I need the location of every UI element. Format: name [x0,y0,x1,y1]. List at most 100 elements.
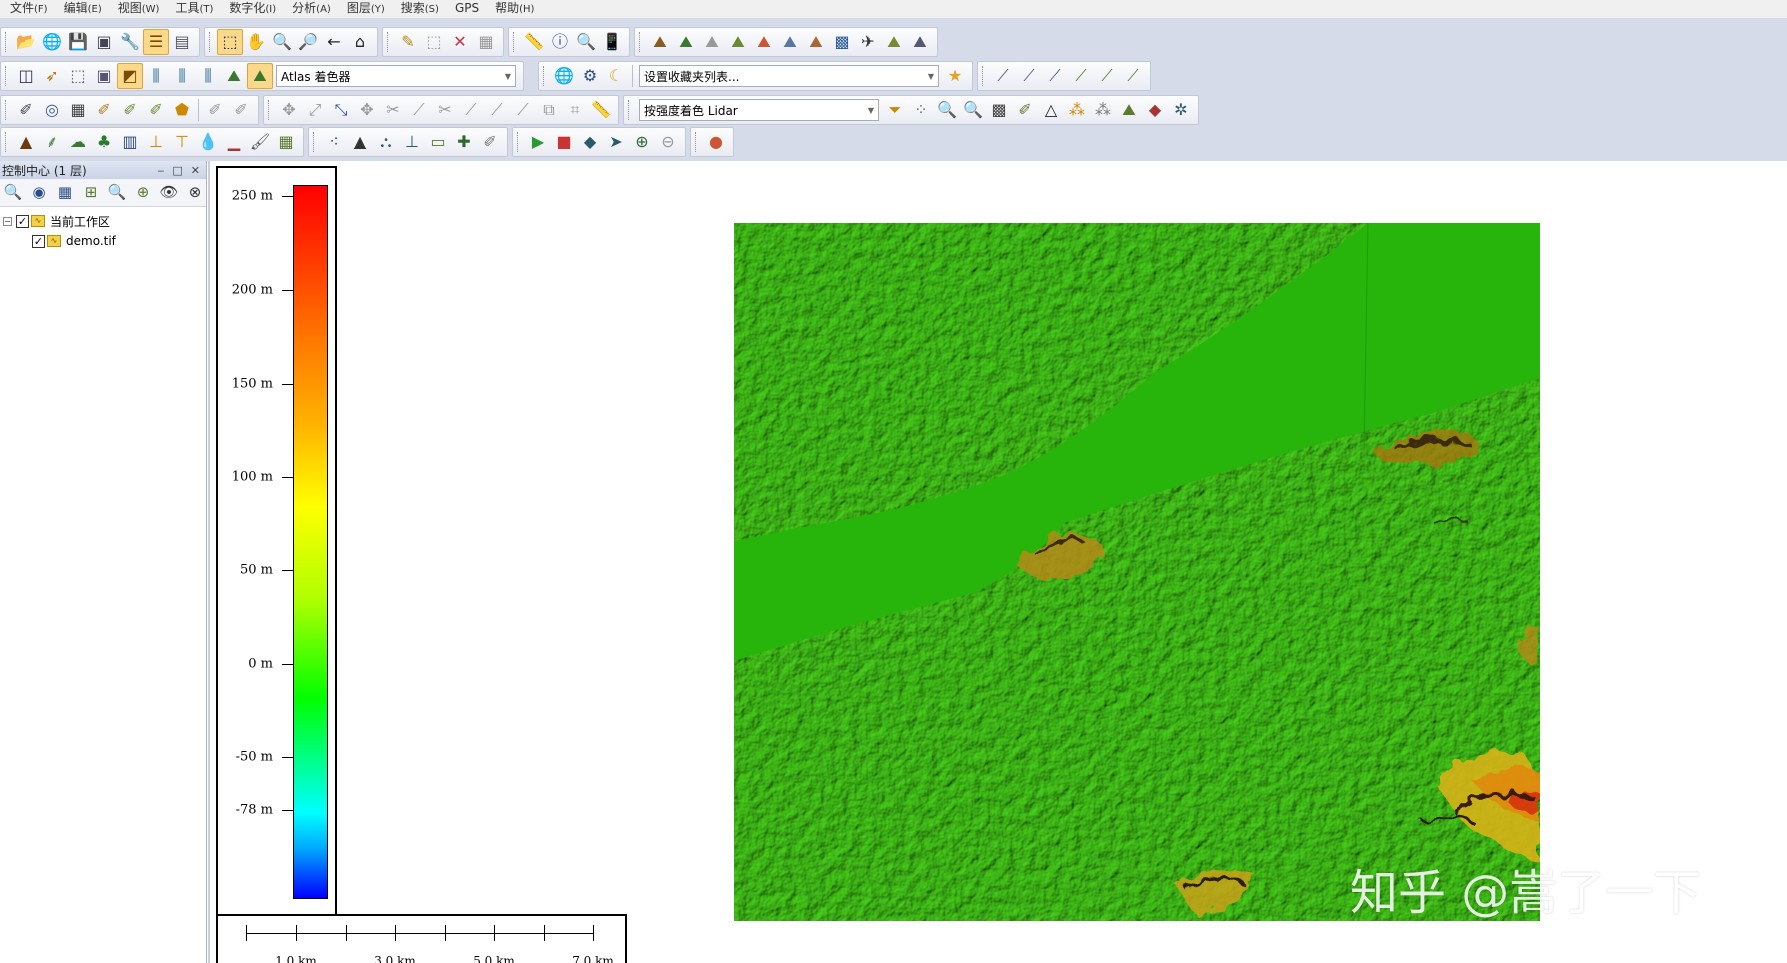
terrain-grid-icon[interactable]: ⛰ [699,29,725,55]
cut-icon[interactable]: ✂ [432,97,458,123]
atlas-shader-icon[interactable]: ⛰ [247,63,273,89]
lidar-search-icon[interactable]: 🔍 [934,97,960,123]
grid-select-icon[interactable]: ▦ [273,129,299,155]
moon-icon[interactable]: ☾ [603,63,629,89]
water-drop-icon[interactable]: 💧 [195,129,221,155]
light-direction-icon[interactable]: ➶ [39,63,65,89]
intersect-icon[interactable]: ⟋ [510,97,536,123]
powerline-icon[interactable]: ⊤ [169,129,195,155]
zoom-layer-icon[interactable]: 🔍 [2,181,24,205]
color-wheel-icon[interactable]: ● [703,129,729,155]
slope-icon[interactable]: ◩ [117,63,143,89]
attribute-table-icon[interactable]: ▦ [54,181,76,205]
terrain-edit-icon[interactable]: ⛰ [881,29,907,55]
lidar-cluster-icon[interactable]: ⁂ [1090,97,1116,123]
menu-search[interactable]: 搜索(S) [401,0,439,19]
lidar-points-icon[interactable]: ⁂ [1064,97,1090,123]
menu-gps[interactable]: GPS [455,0,479,19]
layer-checkbox[interactable]: ✓ [32,234,45,248]
terrain-extra-icon[interactable]: ⛰ [907,29,933,55]
close-icon[interactable]: ✕ [191,164,200,177]
split-view-icon[interactable]: ◫ [13,63,39,89]
settings-gear-icon[interactable]: ⚙ [577,63,603,89]
save-icon[interactable]: 💾 [65,29,91,55]
layer-stack-icon[interactable]: ◆ [1142,97,1168,123]
elevation-icon[interactable]: ⫼ [143,63,169,89]
globe-layer-icon[interactable]: ◉ [28,181,50,205]
terrain-water-icon[interactable]: ⫼ [195,63,221,89]
terrain-profile-icon[interactable]: ⛰ [647,29,673,55]
hill-icon[interactable]: ▲ [347,129,373,155]
draw-polygon-icon[interactable]: ✐ [143,97,169,123]
pole-icon[interactable]: ⊥ [399,129,425,155]
fast-icon[interactable]: ➤ [603,129,629,155]
measure-volume-icon[interactable]: ⟋ [1094,63,1120,89]
satellite-icon[interactable]: ✈ [855,29,881,55]
building-icon[interactable]: ▦ [65,97,91,123]
add-path-icon[interactable]: ⊕ [629,129,655,155]
tree-workspace[interactable]: − ✓ ∿ 当前工作区 [0,211,206,231]
copy-icon[interactable]: ⧉ [536,97,562,123]
frame-icon[interactable]: ▭ [425,129,451,155]
triangle-icon[interactable]: △ [1038,97,1064,123]
reshape-icon[interactable]: ⤡ [328,97,354,123]
mountain-icon[interactable]: ▲ [13,129,39,155]
favorites-select[interactable]: 设置收藏夹列表... ▼ [639,65,939,87]
ground-icon[interactable]: ▁ [221,129,247,155]
tree-layer-demo[interactable]: ✓ ∿ demo.tif [0,231,206,251]
move-vertex-icon[interactable]: ✥ [354,97,380,123]
merge-icon[interactable]: ⟋ [484,97,510,123]
move-icon[interactable]: ✥ [276,97,302,123]
draw-area-icon[interactable]: ✐ [117,97,143,123]
restore-icon[interactable]: □ [172,164,182,177]
visibility-icon[interactable]: 👁 [158,181,180,205]
measure-area-icon[interactable]: ⟋ [1068,63,1094,89]
stop-icon[interactable]: ■ [551,129,577,155]
network-icon[interactable]: ⛬ [373,129,399,155]
select-zoom-icon[interactable]: ⬚ [217,29,243,55]
star-icon[interactable]: ★ [942,63,968,89]
building-object-icon[interactable]: ▥ [117,129,143,155]
point-cloud-icon[interactable]: ⁘ [908,97,934,123]
terrain-contour-icon[interactable]: ⛰ [673,29,699,55]
menu-layer[interactable]: 图层(Y) [347,0,385,19]
cube-view-icon[interactable]: ⬚ [65,63,91,89]
split-icon[interactable]: ✂ [380,97,406,123]
layer-zoom-icon[interactable]: ⊕ [132,181,154,205]
tree-icon[interactable]: ♣ [91,129,117,155]
water-level-icon[interactable]: ⫼ [169,63,195,89]
measure-path-icon[interactable]: ⟋ [1016,63,1042,89]
home-icon[interactable]: ⌂ [347,29,373,55]
workspace-checkbox[interactable]: ✓ [16,214,29,228]
edit-shape-icon[interactable]: ✐ [228,97,254,123]
add-layer-icon[interactable]: ⊞ [80,181,102,205]
view-shed-icon[interactable]: ⛰ [803,29,829,55]
ruler-edit-icon[interactable]: 📏 [588,97,614,123]
join-icon[interactable]: ⟋ [406,97,432,123]
lidar-settings-icon[interactable]: ✲ [1168,97,1194,123]
watershed-icon[interactable]: ⛰ [777,29,803,55]
open-folder-icon[interactable]: 📂 [13,29,39,55]
peak-icon[interactable]: ⛰ [221,63,247,89]
shapes-icon[interactable]: ⬟ [169,97,195,123]
globe-grid-icon[interactable]: 🌐 [551,63,577,89]
ruler-icon[interactable]: 📏 [521,29,547,55]
menu-view[interactable]: 视图(W) [118,0,160,19]
globe-icon[interactable]: 🌐 [39,29,65,55]
rotate-icon[interactable]: ⤢ [302,97,328,123]
measure-profile-icon[interactable]: ⟋ [1042,63,1068,89]
overview-icon[interactable]: ▤ [169,29,195,55]
menu-tools[interactable]: 工具(T) [175,0,213,19]
back-arrow-icon[interactable]: ← [321,29,347,55]
terrain-3d-icon[interactable]: ⛰ [725,29,751,55]
pan-hand-icon[interactable]: ✋ [243,29,269,55]
dem-raster-image[interactable] [734,223,1540,921]
print-icon[interactable]: ▣ [91,29,117,55]
terrain-shade-icon[interactable]: ⛰ [751,29,777,55]
bush-icon[interactable]: ☁ [65,129,91,155]
slow-icon[interactable]: ◆ [577,129,603,155]
search-layer-icon[interactable]: 🔍 [106,181,128,205]
zoom-out-icon[interactable]: 🔎 [295,29,321,55]
info-icon[interactable]: ⓘ [547,29,573,55]
filter-icon[interactable]: ⏷ [882,97,908,123]
